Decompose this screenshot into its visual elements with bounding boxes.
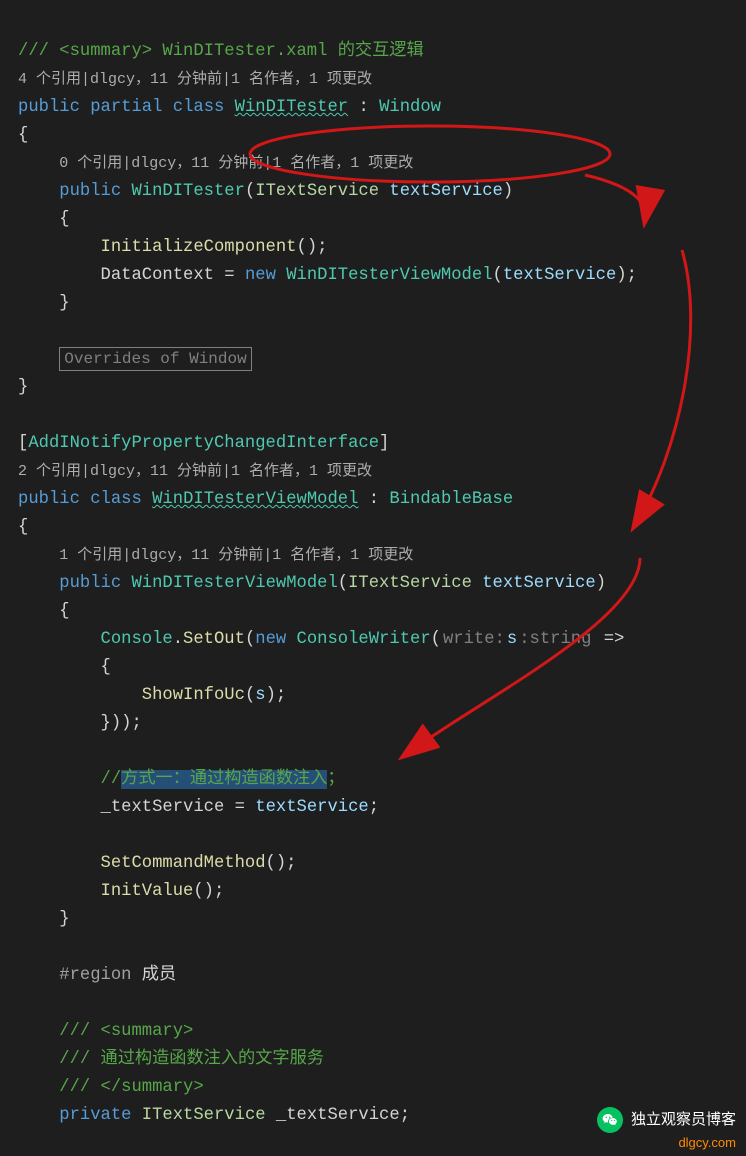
brace-open: { (18, 126, 28, 145)
doc-summary-text: /// 通过构造函数注入的文字服务 (59, 1050, 324, 1069)
initvalue-call: InitValue(); (101, 882, 225, 901)
codelens-ctor2[interactable]: 1 个引用|dlgcy，11 分钟前|1 名作者，1 项更改 (59, 547, 413, 564)
field-assign: _textService = textService; (101, 798, 380, 817)
code-editor[interactable]: /// <summary> WinDITester.xaml 的交互逻辑 4 个… (0, 0, 746, 1156)
doc-summary-close: /// </summary> (59, 1078, 203, 1097)
region-start[interactable]: #region 成员 (59, 966, 176, 985)
brace-open: { (59, 602, 69, 621)
setcommand-call: SetCommandMethod(); (101, 854, 297, 873)
constructor-2: public WinDITesterViewModel(ITextService… (59, 574, 606, 593)
class-decl-1: public partial class WinDITester : Windo… (18, 98, 441, 117)
showinfo-call: ShowInfoUc(s); (142, 686, 286, 705)
comment-way-1: //方式一：通过构造函数注入； (101, 770, 345, 789)
init-component-call: InitializeComponent(); (101, 238, 328, 257)
watermark: 独立观察员博客 dlgcy.com (597, 1107, 736, 1150)
class-decl-2: public class WinDITesterViewModel : Bind… (18, 490, 513, 509)
datacontext-assign: DataContext = new WinDITesterViewModel(t… (101, 266, 637, 285)
brace-close: })); (101, 714, 142, 733)
doc-summary-open: /// <summary> (59, 1022, 193, 1041)
brace-close: } (59, 910, 69, 929)
brace-open: { (101, 658, 111, 677)
xml-doc-summary: /// <summary> WinDITester.xaml 的交互逻辑 (18, 42, 424, 61)
attribute-decl: [AddINotifyPropertyChangedInterface] (18, 434, 389, 453)
field-decl: private ITextService _textService; (59, 1106, 410, 1125)
collapsed-region[interactable]: Overrides of Window (59, 347, 251, 371)
watermark-site: dlgcy.com (597, 1135, 736, 1150)
brace-close: } (18, 378, 28, 397)
brace-open: { (18, 518, 28, 537)
constructor-1: public WinDITester(ITextService textServ… (59, 182, 513, 201)
console-setout: Console.SetOut(new ConsoleWriter(write:s… (101, 630, 625, 649)
codelens-class2[interactable]: 2 个引用|dlgcy，11 分钟前|1 名作者，1 项更改 (18, 463, 372, 480)
watermark-blog: 独立观察员博客 (631, 1111, 736, 1128)
codelens-class1[interactable]: 4 个引用|dlgcy，11 分钟前|1 名作者，1 项更改 (18, 71, 372, 88)
wechat-icon (597, 1107, 623, 1133)
brace-open: { (59, 210, 69, 229)
codelens-ctor1[interactable]: 0 个引用|dlgcy，11 分钟前|1 名作者，1 项更改 (59, 155, 413, 172)
brace-close: } (59, 294, 69, 313)
